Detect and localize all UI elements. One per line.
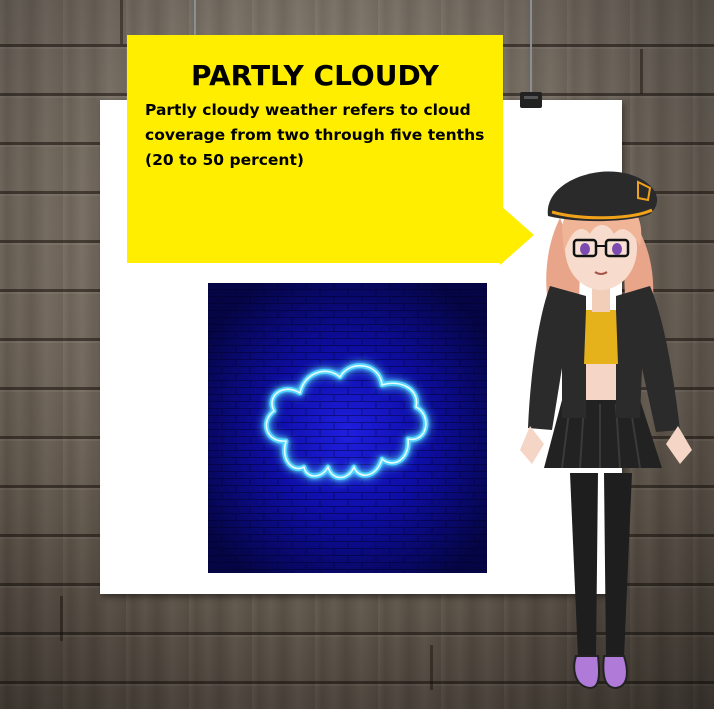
left-shoe bbox=[573, 655, 600, 690]
anime-girl-character bbox=[520, 171, 692, 690]
pleated-skirt bbox=[544, 400, 662, 468]
yellow-top bbox=[584, 310, 618, 364]
title-callout-box: PARTLY CLOUDY Partly cloudy weather refe… bbox=[127, 35, 503, 263]
black-jacket bbox=[528, 286, 586, 430]
slide-title: PARTLY CLOUDY bbox=[191, 59, 439, 92]
neon-cloud-illustration bbox=[208, 283, 487, 573]
left-stocking bbox=[570, 473, 598, 658]
hanging-wire bbox=[194, 0, 196, 36]
slide-description: Partly cloudy weather refers to cloud co… bbox=[145, 101, 485, 169]
right-stocking bbox=[604, 473, 632, 658]
hanging-wire bbox=[530, 0, 532, 94]
right-shoe bbox=[602, 655, 628, 690]
binder-clip bbox=[520, 92, 542, 108]
slide-canvas: PARTLY CLOUDY Partly cloudy weather refe… bbox=[0, 0, 714, 709]
